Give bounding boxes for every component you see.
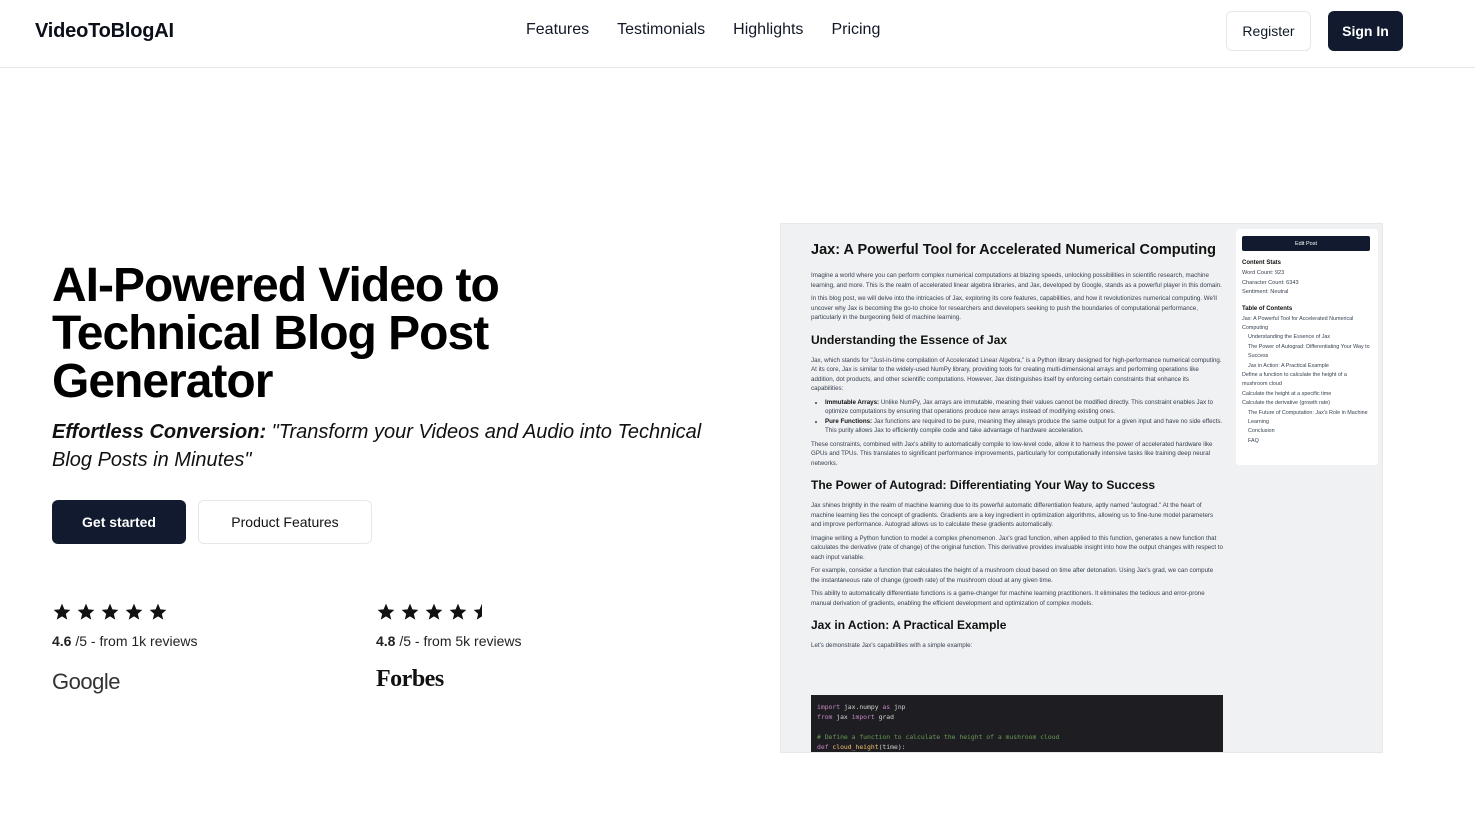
rating-score: 4.8 — [376, 633, 396, 649]
preview-list-item: Immutable Arrays: Unlike NumPy, Jax arra… — [825, 398, 1223, 417]
nav-highlights-link[interactable]: Highlights — [733, 21, 803, 39]
hero-title: AI-Powered Video to Technical Blog Post … — [52, 259, 500, 408]
table-of-contents: Jax: A Powerful Tool for Accelerated Num… — [1242, 315, 1372, 447]
toc-item[interactable]: Understanding the Essence of Jax — [1242, 333, 1372, 342]
code-block: import jax.numpy as jnp from jax import … — [811, 695, 1223, 752]
hero-subtitle: Effortless Conversion: "Transform your V… — [52, 418, 712, 474]
rating-detail: /5 - from 1k reviews — [71, 633, 198, 649]
rating-google: 4.6 /5 - from 1k reviews — [52, 602, 198, 649]
preview-list-item: Pure Functions: Jax functions are requir… — [825, 417, 1223, 436]
hero-subtitle-bold: Effortless Conversion: — [52, 421, 267, 443]
rating-score: 4.6 — [52, 633, 72, 649]
star-icon — [77, 603, 95, 620]
preview-paragraph: For example, consider a function that ca… — [811, 567, 1214, 584]
list-item-term: Immutable Arrays: — [825, 398, 880, 406]
preview-paragraph: Jax, which stands for "Just-in-time comp… — [811, 356, 1222, 393]
code-token: jnp — [890, 703, 906, 711]
character-count: Character Count: 6343 — [1242, 279, 1299, 286]
star-icon — [53, 603, 71, 620]
code-token: from — [817, 713, 833, 721]
preview-heading: Jax in Action: A Practical Example — [811, 618, 1007, 632]
code-token: grad — [874, 713, 894, 721]
code-token: cloud_height — [828, 743, 879, 751]
google-logo: Google — [52, 669, 120, 694]
list-item-text: Jax functions are required to be pure, m… — [825, 417, 1223, 435]
list-item-term: Pure Functions: — [825, 417, 873, 425]
toc-item[interactable]: Jax: A Powerful Tool for Accelerated Num… — [1242, 315, 1372, 334]
star-icon — [425, 603, 443, 620]
toc-item[interactable]: The Future of Computation: Jax's Role in… — [1242, 409, 1372, 428]
toc-item[interactable]: Conclusion — [1242, 427, 1372, 436]
code-token: jax — [832, 713, 852, 721]
edit-post-button[interactable]: Edit Post — [1242, 236, 1370, 251]
code-token: import — [851, 713, 875, 721]
star-icon — [377, 603, 395, 620]
toc-item[interactable]: The Power of Autograd: Differentiating Y… — [1242, 343, 1372, 362]
rating-text: 4.6 /5 - from 1k reviews — [52, 633, 198, 649]
preview-heading: The Power of Autograd: Differentiating Y… — [811, 478, 1156, 492]
code-token: (time): — [878, 743, 906, 751]
rating-text: 4.8 /5 - from 5k reviews — [376, 633, 522, 649]
register-button[interactable]: Register — [1226, 11, 1311, 51]
star-icon — [125, 603, 143, 620]
preview-paragraph: This ability to automatically differenti… — [811, 590, 1205, 607]
preview-article: Jax: A Powerful Tool for Accelerated Num… — [811, 242, 1223, 655]
rating-detail: /5 - from 5k reviews — [395, 633, 522, 649]
code-token: jax.numpy — [840, 703, 883, 711]
preview-paragraph: Jax shines brightly in the realm of mach… — [811, 502, 1214, 528]
code-token: def — [817, 743, 829, 751]
toc-heading: Table of Contents — [1242, 305, 1293, 312]
preview-paragraph: These constraints, combined with Jax's a… — [811, 440, 1213, 467]
toc-item[interactable]: Define a function to calculate the heigh… — [1242, 371, 1372, 390]
main-nav: Features Testimonials Highlights Pricing — [526, 21, 880, 39]
preview-paragraph: Imagine a world where you can perform co… — [811, 272, 1222, 289]
code-token: as — [882, 703, 891, 711]
nav-features-link[interactable]: Features — [526, 21, 589, 39]
product-features-button[interactable]: Product Features — [198, 500, 372, 544]
sentiment: Sentiment: Neutral — [1242, 289, 1289, 295]
preview-paragraph: Imagine writing a Python function to mod… — [811, 534, 1223, 561]
top-navbar: VideoToBlogAI Features Testimonials High… — [0, 0, 1475, 68]
star-rating — [52, 602, 198, 622]
nav-testimonials-link[interactable]: Testimonials — [617, 21, 705, 39]
rating-forbes: 4.8 /5 - from 5k reviews — [376, 602, 522, 649]
preview-heading: Understanding the Essence of Jax — [811, 332, 1008, 347]
toc-item[interactable]: Jax in Action: A Practical Example — [1242, 362, 1372, 371]
get-started-button[interactable]: Get started — [52, 500, 186, 544]
forbes-logo: Forbes — [376, 666, 444, 692]
blog-post-preview: Jax: A Powerful Tool for Accelerated Num… — [780, 223, 1383, 753]
site-logo[interactable]: VideoToBlogAI — [35, 20, 174, 43]
list-item-text: Unlike NumPy, Jax arrays are immutable, … — [825, 398, 1214, 416]
word-count: Word Count: 923 — [1242, 270, 1285, 276]
toc-item[interactable]: Calculate the derivative (growth rate) — [1242, 399, 1372, 408]
preview-list: Immutable Arrays: Unlike NumPy, Jax arra… — [825, 398, 1223, 436]
code-comment: # Define a function to calculate the hei… — [817, 733, 1060, 741]
sign-in-button[interactable]: Sign In — [1328, 11, 1403, 51]
star-icon — [449, 603, 467, 620]
nav-pricing-link[interactable]: Pricing — [831, 21, 880, 39]
preview-paragraph: In this blog post, we will delve into th… — [811, 295, 1217, 321]
star-half-icon — [473, 603, 482, 620]
star-icon — [149, 603, 167, 620]
preview-title: Jax: A Powerful Tool for Accelerated Num… — [811, 242, 1216, 258]
preview-paragraph: Let's demonstrate Jax's capabilities wit… — [811, 642, 973, 649]
star-rating — [376, 602, 522, 622]
content-stats-heading: Content Stats — [1242, 260, 1281, 266]
toc-item[interactable]: FAQ — [1242, 437, 1372, 446]
toc-item[interactable]: Calculate the height at a specific time — [1242, 390, 1372, 399]
code-token: import — [817, 703, 841, 711]
star-icon — [401, 603, 419, 620]
preview-sidebar: Edit Post Content Stats Word Count: 923 … — [1236, 229, 1378, 465]
star-icon — [101, 603, 119, 620]
